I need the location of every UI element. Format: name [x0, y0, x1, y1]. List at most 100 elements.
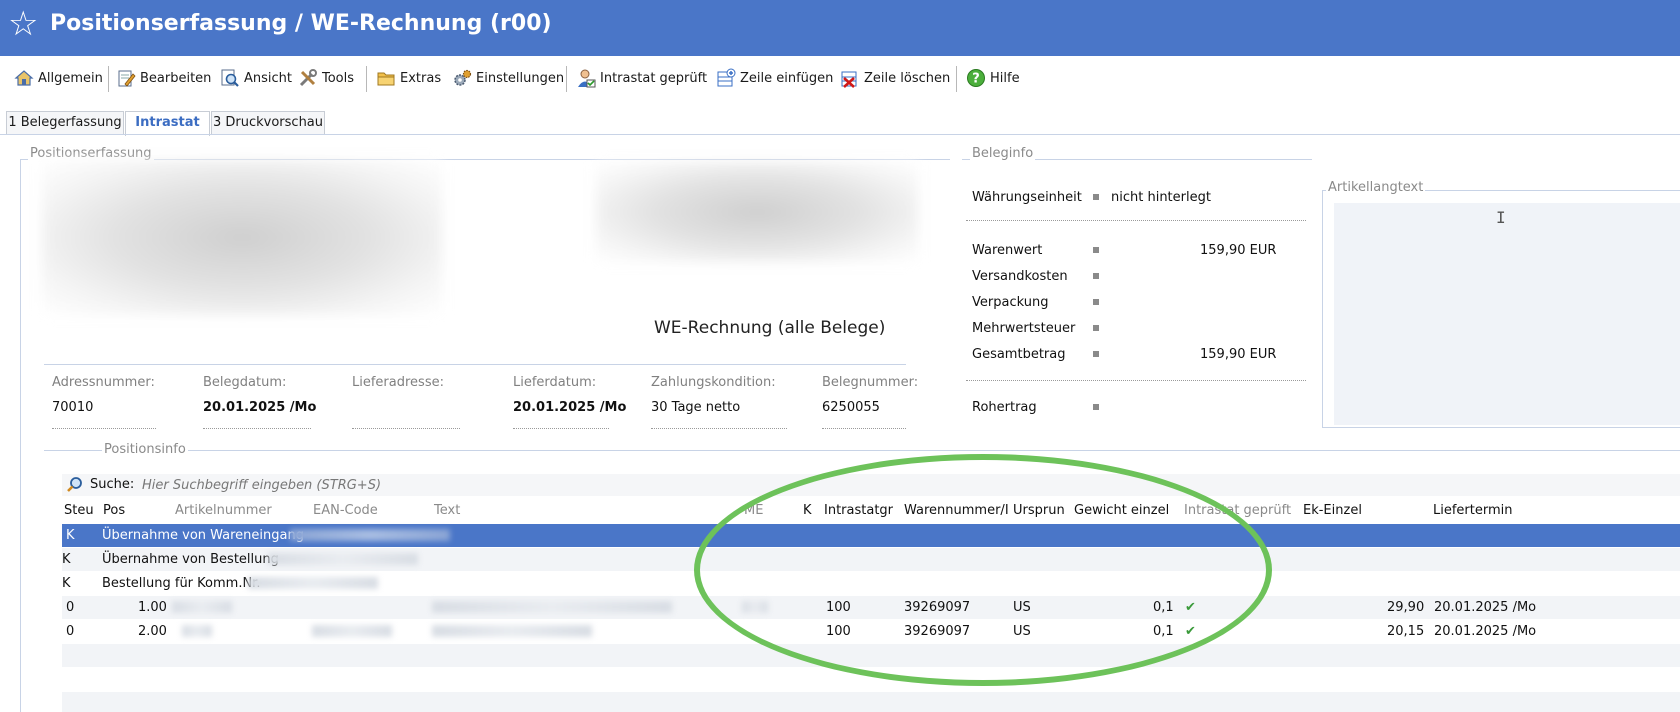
- toolbar-separator: [566, 66, 567, 92]
- cell-steu: K: [62, 552, 71, 567]
- search-input[interactable]: [140, 475, 640, 495]
- table-row[interactable]: [62, 644, 1680, 667]
- cell-gewicht: 0,1: [1153, 600, 1174, 615]
- delete-row-icon: [841, 71, 857, 88]
- ansicht-button[interactable]: Ansicht: [220, 66, 292, 90]
- zahlungskondition-value[interactable]: 30 Tage netto: [651, 400, 740, 415]
- hilfe-button[interactable]: ? Hilfe: [966, 66, 1020, 90]
- insert-row-icon: [717, 68, 736, 87]
- toolbar-separator: [956, 66, 957, 92]
- col-header-ursprung[interactable]: Ursprun: [1013, 503, 1065, 518]
- col-header-steu[interactable]: Steu: [64, 503, 94, 518]
- bullet: [1093, 404, 1099, 410]
- document-type-label: WE-Rechnung (alle Belege): [654, 318, 886, 338]
- field-underline: [52, 428, 156, 429]
- belegdatum-value[interactable]: 20.01.2025 /Mo: [203, 400, 316, 415]
- section-beleginfo: Beleginfo: [970, 146, 1036, 161]
- section-positionsinfo: Positionsinfo: [102, 442, 188, 457]
- col-header-ean-code[interactable]: EAN-Code: [313, 503, 378, 518]
- cell-ursprung: US: [1013, 624, 1031, 639]
- redacted-artikelnummer: [172, 601, 232, 613]
- adressnummer-label: Adressnummer:: [52, 375, 155, 390]
- cell-text: Bestellung für Komm.Nr.: [102, 576, 261, 591]
- intrastat-geprueft-button[interactable]: Intrastat geprüft: [576, 66, 707, 90]
- waehrungseinheit-value: nicht hinterlegt: [1111, 190, 1211, 205]
- cell-intrastatgr: 100: [826, 600, 851, 615]
- table-row[interactable]: K Bestellung für Komm.Nr.: [62, 572, 1680, 595]
- extras-button[interactable]: Extras: [376, 66, 441, 90]
- verpackung-label: Verpackung: [972, 295, 1049, 310]
- table-row[interactable]: K Übernahme von Bestellung: [62, 548, 1680, 571]
- cell-gewicht: 0,1: [1153, 624, 1174, 639]
- redacted-address: [42, 160, 442, 315]
- bullet: [1093, 247, 1099, 253]
- toolbar-separator: [108, 66, 109, 92]
- user-check-icon: [578, 69, 596, 88]
- cell-text: Übernahme von Wareneingang: [102, 528, 304, 543]
- toolbar: Allgemein Bearbeiten Ansicht Tools Extra…: [0, 60, 1680, 96]
- redacted-text: [268, 553, 418, 565]
- table-row[interactable]: 0 1.00 100 39269097 US 0,1 ✔ 29,90 20.01…: [62, 596, 1680, 619]
- title-bar: ☆ Positionserfassung / WE-Rechnung (r00): [0, 0, 1680, 56]
- cell-text: Übernahme von Bestellung: [102, 552, 279, 567]
- col-header-artikelnummer[interactable]: Artikelnummer: [175, 503, 272, 518]
- einstellungen-button[interactable]: Einstellungen: [452, 66, 564, 90]
- field-underline: [651, 428, 787, 429]
- col-header-ek-einzel[interactable]: Ek-Einzel: [1303, 503, 1362, 518]
- zahlungskondition-label: Zahlungskondition:: [651, 375, 776, 390]
- col-header-warennummer[interactable]: Warennummer/I: [904, 503, 1009, 518]
- col-header-k[interactable]: K: [803, 503, 812, 518]
- field-underline: [352, 428, 460, 429]
- gesamtbetrag-label: Gesamtbetrag: [972, 347, 1066, 362]
- zeile-einfuegen-button[interactable]: Zeile einfügen: [716, 66, 833, 90]
- mehrwertsteuer-label: Mehrwertsteuer: [972, 321, 1076, 336]
- search-label: Suche:: [90, 477, 135, 492]
- redacted-ean: [312, 625, 392, 637]
- lieferdatum-value[interactable]: 20.01.2025 /Mo: [513, 400, 626, 415]
- col-header-intrastatgr[interactable]: Intrastatgr: [824, 503, 893, 518]
- table-row[interactable]: [62, 692, 1680, 712]
- artikellangtext-textarea[interactable]: [1334, 203, 1680, 425]
- bullet: [1093, 299, 1099, 305]
- col-header-intrastat-geprueft[interactable]: Intrastat geprüft: [1184, 503, 1291, 518]
- group-border: [20, 159, 21, 712]
- redacted-artikelnummer: [182, 625, 212, 637]
- col-header-liefertermin[interactable]: Liefertermin: [1433, 503, 1513, 518]
- allgemein-button[interactable]: Allgemein: [14, 66, 103, 90]
- bearbeiten-button[interactable]: Bearbeiten: [116, 66, 211, 90]
- col-header-text[interactable]: Text: [434, 503, 460, 518]
- table-row[interactable]: K Übernahme von Wareneingang: [62, 524, 1680, 547]
- lieferdatum-label: Lieferdatum:: [513, 375, 597, 390]
- cell-liefertermin: 20.01.2025 /Mo: [1434, 624, 1537, 639]
- divider: [966, 380, 1306, 381]
- cell-steu: 0: [66, 600, 75, 615]
- col-header-gewicht-einzel[interactable]: Gewicht einzel: [1074, 503, 1169, 518]
- bullet: [1093, 325, 1099, 331]
- table-row[interactable]: 0 2.00 100 39269097 US 0,1 ✔ 20,15 20.01…: [62, 620, 1680, 643]
- divider: [966, 220, 1306, 221]
- search-icon: [67, 477, 82, 492]
- bullet: [1093, 273, 1099, 279]
- zeile-loeschen-button[interactable]: Zeile löschen: [840, 66, 950, 90]
- tab-belegerfassung[interactable]: 1 Belegerfassung: [6, 111, 124, 135]
- adressnummer-value[interactable]: 70010: [52, 400, 93, 415]
- divider: [44, 364, 906, 365]
- belegnummer-value[interactable]: 6250055: [822, 400, 880, 415]
- col-header-me[interactable]: ME: [744, 503, 763, 518]
- warenwert-label: Warenwert: [972, 243, 1043, 258]
- svg-text:?: ?: [972, 72, 980, 87]
- lieferadresse-label: Lieferadresse:: [352, 375, 444, 390]
- edit-icon: [118, 70, 136, 87]
- cell-intrastatgr: 100: [826, 624, 851, 639]
- field-underline: [513, 428, 609, 429]
- tools-button[interactable]: Tools: [298, 66, 354, 90]
- favorite-star-icon[interactable]: ☆: [8, 4, 38, 44]
- tab-intrastat[interactable]: Intrastat: [125, 111, 210, 136]
- tab-underline: [0, 134, 1680, 135]
- cell-pos: 1.00: [138, 600, 167, 615]
- col-header-pos[interactable]: Pos: [103, 503, 125, 518]
- view-icon: [221, 69, 239, 87]
- tab-druckvorschau[interactable]: 3 Druckvorschau: [211, 111, 325, 135]
- cell-ek-einzel: 20,15: [1387, 624, 1425, 639]
- toolbar-separator: [366, 66, 367, 92]
